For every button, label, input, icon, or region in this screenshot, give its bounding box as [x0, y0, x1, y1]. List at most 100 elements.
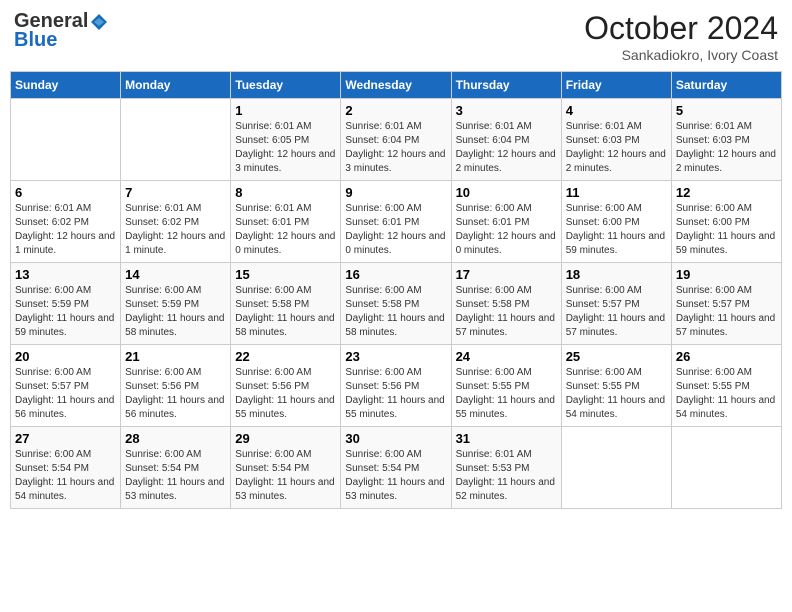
day-number: 31 [456, 431, 557, 446]
day-number: 14 [125, 267, 226, 282]
day-info: Sunrise: 6:00 AM Sunset: 5:55 PM Dayligh… [456, 366, 557, 422]
day-info: Sunrise: 6:00 AM Sunset: 5:58 PM Dayligh… [456, 284, 557, 340]
calendar-cell: 24 Sunrise: 6:00 AM Sunset: 5:55 PM Dayli… [451, 345, 561, 427]
day-number: 22 [235, 349, 336, 364]
day-info: Sunrise: 6:00 AM Sunset: 5:55 PM Dayligh… [566, 366, 667, 422]
calendar-cell: 3 Sunrise: 6:01 AM Sunset: 6:04 PM Daylig… [451, 99, 561, 181]
calendar-week-row: 20 Sunrise: 6:00 AM Sunset: 5:57 PM Dayli… [11, 345, 782, 427]
calendar-cell [671, 427, 781, 509]
logo-blue-text: Blue [14, 29, 57, 52]
day-number: 20 [15, 349, 116, 364]
day-info: Sunrise: 6:01 AM Sunset: 6:04 PM Dayligh… [345, 120, 446, 176]
weekday-header: Wednesday [341, 72, 451, 99]
calendar-cell: 23Sunrise: 6:00 AM Sunset: 5:56 PM Dayli… [341, 345, 451, 427]
day-info: Sunrise: 6:01 AM Sunset: 6:03 PM Dayligh… [676, 120, 777, 176]
calendar-cell: 13 Sunrise: 6:00 AM Sunset: 5:59 PM Dayli… [11, 263, 121, 345]
calendar-cell: 25 Sunrise: 6:00 AM Sunset: 5:55 PM Dayli… [561, 345, 671, 427]
calendar-cell: 26Sunrise: 6:00 AM Sunset: 5:55 PM Dayli… [671, 345, 781, 427]
day-info: Sunrise: 6:01 AM Sunset: 5:53 PM Dayligh… [456, 448, 557, 504]
day-number: 19 [676, 267, 777, 282]
weekday-header: Tuesday [231, 72, 341, 99]
calendar-cell [121, 99, 231, 181]
day-info: Sunrise: 6:01 AM Sunset: 6:02 PM Dayligh… [125, 202, 226, 258]
day-number: 15 [235, 267, 336, 282]
day-number: 21 [125, 349, 226, 364]
calendar-cell: 22 Sunrise: 6:00 AM Sunset: 5:56 PM Dayli… [231, 345, 341, 427]
calendar-cell: 30 Sunrise: 6:00 AM Sunset: 5:54 PM Dayli… [341, 427, 451, 509]
calendar-table: SundayMondayTuesdayWednesdayThursdayFrid… [10, 71, 782, 509]
day-info: Sunrise: 6:00 AM Sunset: 5:57 PM Dayligh… [676, 284, 777, 340]
day-number: 4 [566, 103, 667, 118]
day-info: Sunrise: 6:01 AM Sunset: 6:03 PM Dayligh… [566, 120, 667, 176]
day-number: 17 [456, 267, 557, 282]
calendar-week-row: 6 Sunrise: 6:01 AM Sunset: 6:02 PM Daylig… [11, 181, 782, 263]
location-subtitle: Sankadiokro, Ivory Coast [584, 47, 778, 63]
day-info: Sunrise: 6:00 AM Sunset: 5:58 PM Dayligh… [235, 284, 336, 340]
calendar-cell: 7 Sunrise: 6:01 AM Sunset: 6:02 PM Daylig… [121, 181, 231, 263]
day-number: 13 [15, 267, 116, 282]
day-info: Sunrise: 6:00 AM Sunset: 5:59 PM Dayligh… [15, 284, 116, 340]
calendar-cell: 31 Sunrise: 6:01 AM Sunset: 5:53 PM Dayli… [451, 427, 561, 509]
day-number: 30 [345, 431, 446, 446]
day-info: Sunrise: 6:00 AM Sunset: 6:00 PM Dayligh… [676, 202, 777, 258]
calendar-week-row: 1Sunrise: 6:01 AM Sunset: 6:05 PM Daylig… [11, 99, 782, 181]
calendar-cell [11, 99, 121, 181]
calendar-cell: 9 Sunrise: 6:00 AM Sunset: 6:01 PM Daylig… [341, 181, 451, 263]
calendar-header-row: SundayMondayTuesdayWednesdayThursdayFrid… [11, 72, 782, 99]
logo: General Blue [14, 10, 109, 52]
day-number: 2 [345, 103, 446, 118]
weekday-header: Thursday [451, 72, 561, 99]
weekday-header: Friday [561, 72, 671, 99]
calendar-week-row: 27Sunrise: 6:00 AM Sunset: 5:54 PM Dayli… [11, 427, 782, 509]
day-number: 16 [345, 267, 446, 282]
calendar-cell: 5 Sunrise: 6:01 AM Sunset: 6:03 PM Daylig… [671, 99, 781, 181]
day-number: 25 [566, 349, 667, 364]
day-info: Sunrise: 6:00 AM Sunset: 5:58 PM Dayligh… [345, 284, 446, 340]
day-info: Sunrise: 6:00 AM Sunset: 5:54 PM Dayligh… [235, 448, 336, 504]
day-number: 28 [125, 431, 226, 446]
day-number: 24 [456, 349, 557, 364]
day-info: Sunrise: 6:00 AM Sunset: 5:59 PM Dayligh… [125, 284, 226, 340]
day-number: 6 [15, 185, 116, 200]
calendar-cell: 4 Sunrise: 6:01 AM Sunset: 6:03 PM Daylig… [561, 99, 671, 181]
calendar-week-row: 13 Sunrise: 6:00 AM Sunset: 5:59 PM Dayli… [11, 263, 782, 345]
calendar-cell: 15 Sunrise: 6:00 AM Sunset: 5:58 PM Dayli… [231, 263, 341, 345]
day-number: 12 [676, 185, 777, 200]
day-info: Sunrise: 6:00 AM Sunset: 5:56 PM Dayligh… [345, 366, 446, 422]
weekday-header: Saturday [671, 72, 781, 99]
calendar-cell: 29 Sunrise: 6:00 AM Sunset: 5:54 PM Dayli… [231, 427, 341, 509]
day-info: Sunrise: 6:01 AM Sunset: 6:04 PM Dayligh… [456, 120, 557, 176]
day-number: 9 [345, 185, 446, 200]
day-info: Sunrise: 6:00 AM Sunset: 5:57 PM Dayligh… [566, 284, 667, 340]
day-info: Sunrise: 6:00 AM Sunset: 5:56 PM Dayligh… [125, 366, 226, 422]
calendar-cell: 2 Sunrise: 6:01 AM Sunset: 6:04 PM Daylig… [341, 99, 451, 181]
day-info: Sunrise: 6:00 AM Sunset: 5:55 PM Dayligh… [676, 366, 777, 422]
day-info: Sunrise: 6:00 AM Sunset: 6:00 PM Dayligh… [566, 202, 667, 258]
calendar-cell: 20 Sunrise: 6:00 AM Sunset: 5:57 PM Dayli… [11, 345, 121, 427]
page-header: General Blue October 2024 Sankadiokro, I… [10, 10, 782, 63]
calendar-cell: 8Sunrise: 6:01 AM Sunset: 6:01 PM Daylig… [231, 181, 341, 263]
day-info: Sunrise: 6:00 AM Sunset: 5:57 PM Dayligh… [15, 366, 116, 422]
calendar-cell: 12 Sunrise: 6:00 AM Sunset: 6:00 PM Dayli… [671, 181, 781, 263]
calendar-cell: 19 Sunrise: 6:00 AM Sunset: 5:57 PM Dayli… [671, 263, 781, 345]
day-info: Sunrise: 6:00 AM Sunset: 5:56 PM Dayligh… [235, 366, 336, 422]
day-number: 3 [456, 103, 557, 118]
weekday-header: Monday [121, 72, 231, 99]
day-number: 7 [125, 185, 226, 200]
calendar-cell: 21 Sunrise: 6:00 AM Sunset: 5:56 PM Dayli… [121, 345, 231, 427]
day-number: 5 [676, 103, 777, 118]
calendar-cell: 11Sunrise: 6:00 AM Sunset: 6:00 PM Dayli… [561, 181, 671, 263]
calendar-cell: 27Sunrise: 6:00 AM Sunset: 5:54 PM Dayli… [11, 427, 121, 509]
calendar-cell: 28 Sunrise: 6:00 AM Sunset: 5:54 PM Dayli… [121, 427, 231, 509]
calendar-cell: 6 Sunrise: 6:01 AM Sunset: 6:02 PM Daylig… [11, 181, 121, 263]
day-info: Sunrise: 6:01 AM Sunset: 6:02 PM Dayligh… [15, 202, 116, 258]
day-info: Sunrise: 6:00 AM Sunset: 6:01 PM Dayligh… [345, 202, 446, 258]
day-info: Sunrise: 6:00 AM Sunset: 5:54 PM Dayligh… [345, 448, 446, 504]
calendar-cell: 10Sunrise: 6:00 AM Sunset: 6:01 PM Dayli… [451, 181, 561, 263]
calendar-cell: 17 Sunrise: 6:00 AM Sunset: 5:58 PM Dayli… [451, 263, 561, 345]
calendar-cell: 1Sunrise: 6:01 AM Sunset: 6:05 PM Daylig… [231, 99, 341, 181]
day-info: Sunrise: 6:00 AM Sunset: 5:54 PM Dayligh… [125, 448, 226, 504]
calendar-cell: 16 Sunrise: 6:00 AM Sunset: 5:58 PM Dayli… [341, 263, 451, 345]
day-number: 1 [235, 103, 336, 118]
day-number: 29 [235, 431, 336, 446]
